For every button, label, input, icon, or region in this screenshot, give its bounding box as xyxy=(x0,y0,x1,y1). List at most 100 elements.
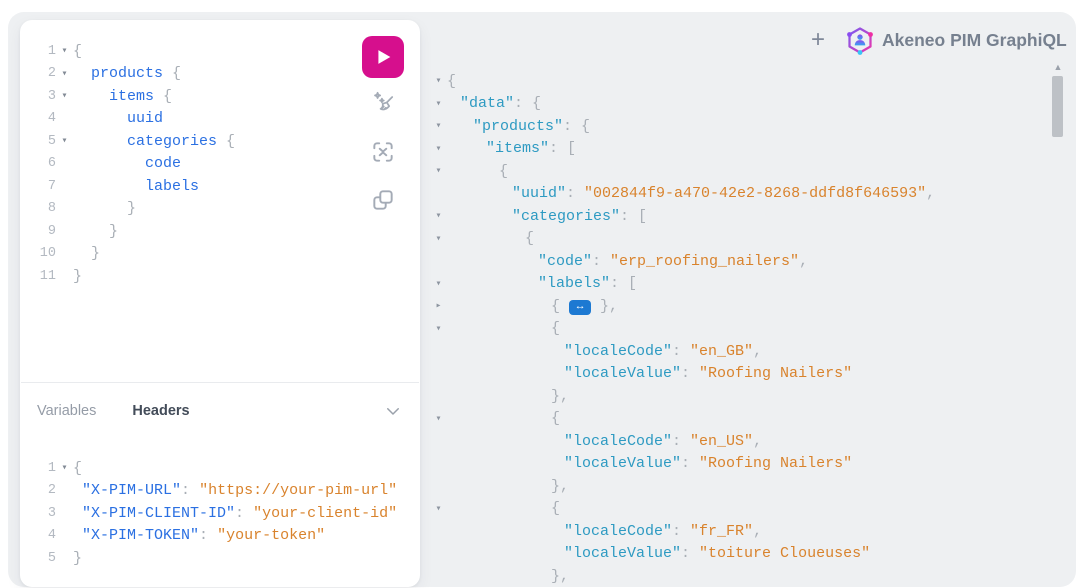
code-token: : [ xyxy=(549,140,576,157)
line-number: 5 xyxy=(26,134,56,149)
code-token: : { xyxy=(514,95,541,112)
fold-arrow-icon[interactable]: ▾ xyxy=(56,462,73,474)
code-content: }, xyxy=(447,568,569,585)
copy-icon[interactable] xyxy=(370,187,396,213)
code-line: 5} xyxy=(26,547,398,570)
line-number: 1 xyxy=(26,461,56,476)
code-content: { xyxy=(447,163,508,180)
fold-arrow-icon[interactable]: ▾ xyxy=(430,75,447,87)
code-line: "localeCode": "fr_FR", xyxy=(430,520,1050,543)
code-content: labels xyxy=(73,178,199,195)
code-token: "categories" xyxy=(512,208,620,225)
code-content: code xyxy=(73,155,181,172)
app-title: Akeneo PIM GraphiQL xyxy=(882,30,1067,51)
tabs-bar: Variables Headers xyxy=(37,400,190,422)
code-token: "Roofing Nailers" xyxy=(699,455,852,472)
fold-arrow-icon[interactable]: ▾ xyxy=(56,90,73,102)
code-token: , xyxy=(753,523,762,540)
fold-arrow-icon[interactable]: ▾ xyxy=(430,503,447,515)
code-token: : xyxy=(672,343,690,360)
code-token: : xyxy=(681,455,699,472)
code-token: { xyxy=(551,410,560,427)
code-line: 5▾ categories { xyxy=(26,130,356,153)
scrollbar-up-arrow[interactable]: ▲ xyxy=(1050,62,1066,72)
code-token: { xyxy=(551,500,560,517)
headers-editor[interactable]: 1▾{2 "X-PIM-URL": "https://your-pim-url"… xyxy=(26,457,398,570)
code-line: 8 } xyxy=(26,198,356,221)
code-token: : { xyxy=(563,118,590,135)
code-token: } xyxy=(73,268,82,285)
expand-collapsed-badge[interactable]: ↔ xyxy=(569,300,591,315)
line-number: 11 xyxy=(26,269,56,284)
code-content: } xyxy=(73,550,82,567)
merge-fragments-icon[interactable] xyxy=(370,139,396,165)
code-content: { xyxy=(73,460,82,477)
code-content: } xyxy=(73,200,136,217)
fold-arrow-icon[interactable]: ▾ xyxy=(56,45,73,57)
code-token: } xyxy=(73,550,82,567)
code-content: uuid xyxy=(73,110,163,127)
code-content: "localeValue": "Roofing Nailers" xyxy=(447,455,852,472)
fold-arrow-icon[interactable]: ▾ xyxy=(56,135,73,147)
tab-variables[interactable]: Variables xyxy=(37,403,96,419)
code-token: "uuid" xyxy=(512,185,566,202)
code-token: "toiture Cloueuses" xyxy=(699,545,870,562)
code-line: ▾{ xyxy=(430,160,1050,183)
code-content: "localeCode": "en_GB", xyxy=(447,343,762,360)
scrollbar-thumb[interactable] xyxy=(1052,76,1063,137)
execute-query-button[interactable] xyxy=(362,36,404,78)
code-token: "en_GB" xyxy=(690,343,753,360)
fold-arrow-icon[interactable]: ▾ xyxy=(430,143,447,155)
fold-arrow-icon[interactable]: ▾ xyxy=(430,120,447,132)
fold-arrow-icon[interactable]: ▾ xyxy=(430,278,447,290)
code-token: , xyxy=(753,343,762,360)
code-content: } xyxy=(73,223,118,240)
code-line: 3▾ items { xyxy=(26,85,356,108)
code-content: }, xyxy=(447,388,569,405)
code-token: }, xyxy=(551,388,569,405)
code-token: { xyxy=(217,133,235,150)
fold-arrow-icon[interactable]: ▾ xyxy=(430,413,447,425)
fold-arrow-icon[interactable]: ▾ xyxy=(430,98,447,110)
code-line: ▾{ xyxy=(430,318,1050,341)
code-content: categories { xyxy=(73,133,235,150)
fold-arrow-icon[interactable]: ▾ xyxy=(430,323,447,335)
code-token xyxy=(73,65,91,82)
code-token: : xyxy=(566,185,584,202)
code-line: }, xyxy=(430,475,1050,498)
fold-arrow-icon[interactable]: ▾ xyxy=(430,210,447,222)
line-number: 8 xyxy=(26,201,56,216)
code-token: { xyxy=(73,43,82,60)
code-content: } xyxy=(73,245,100,262)
code-content: { ↔ }, xyxy=(447,298,618,315)
code-line: "code": "erp_roofing_nailers", xyxy=(430,250,1050,273)
code-token: : xyxy=(235,505,253,522)
code-token: { xyxy=(525,230,534,247)
fold-arrow-icon[interactable]: ▾ xyxy=(430,233,447,245)
code-content: { xyxy=(447,320,560,337)
code-token: : [ xyxy=(620,208,647,225)
code-token: "localeCode" xyxy=(564,523,672,540)
new-tab-button[interactable]: + xyxy=(804,26,832,54)
code-token: "en_US" xyxy=(690,433,753,450)
line-number: 10 xyxy=(26,246,56,261)
fold-arrow-icon[interactable]: ▾ xyxy=(430,165,447,177)
code-line: "uuid": "002844f9-a470-42e2-8268-ddfd8f6… xyxy=(430,183,1050,206)
code-line: "localeValue": "Roofing Nailers" xyxy=(430,453,1050,476)
query-editor[interactable]: 1▾{2▾ products {3▾ items {4 uuid5▾ categ… xyxy=(26,40,356,288)
code-token: "localeValue" xyxy=(564,545,681,562)
tab-headers[interactable]: Headers xyxy=(132,403,189,419)
code-line: 10 } xyxy=(26,243,356,266)
code-token: "your-token" xyxy=(217,527,325,544)
code-content: "localeValue": "toiture Cloueuses" xyxy=(447,545,870,562)
fold-arrow-icon[interactable]: ▾ xyxy=(56,68,73,80)
fold-arrow-icon[interactable]: ▸ xyxy=(430,300,447,312)
code-line: "localeCode": "en_US", xyxy=(430,430,1050,453)
prettify-icon[interactable] xyxy=(370,90,396,116)
chevron-down-icon[interactable] xyxy=(384,402,402,420)
code-token: uuid xyxy=(127,110,163,127)
code-token: products xyxy=(91,65,163,82)
code-token: } xyxy=(127,200,136,217)
code-token: , xyxy=(753,433,762,450)
code-token: : xyxy=(199,527,217,544)
